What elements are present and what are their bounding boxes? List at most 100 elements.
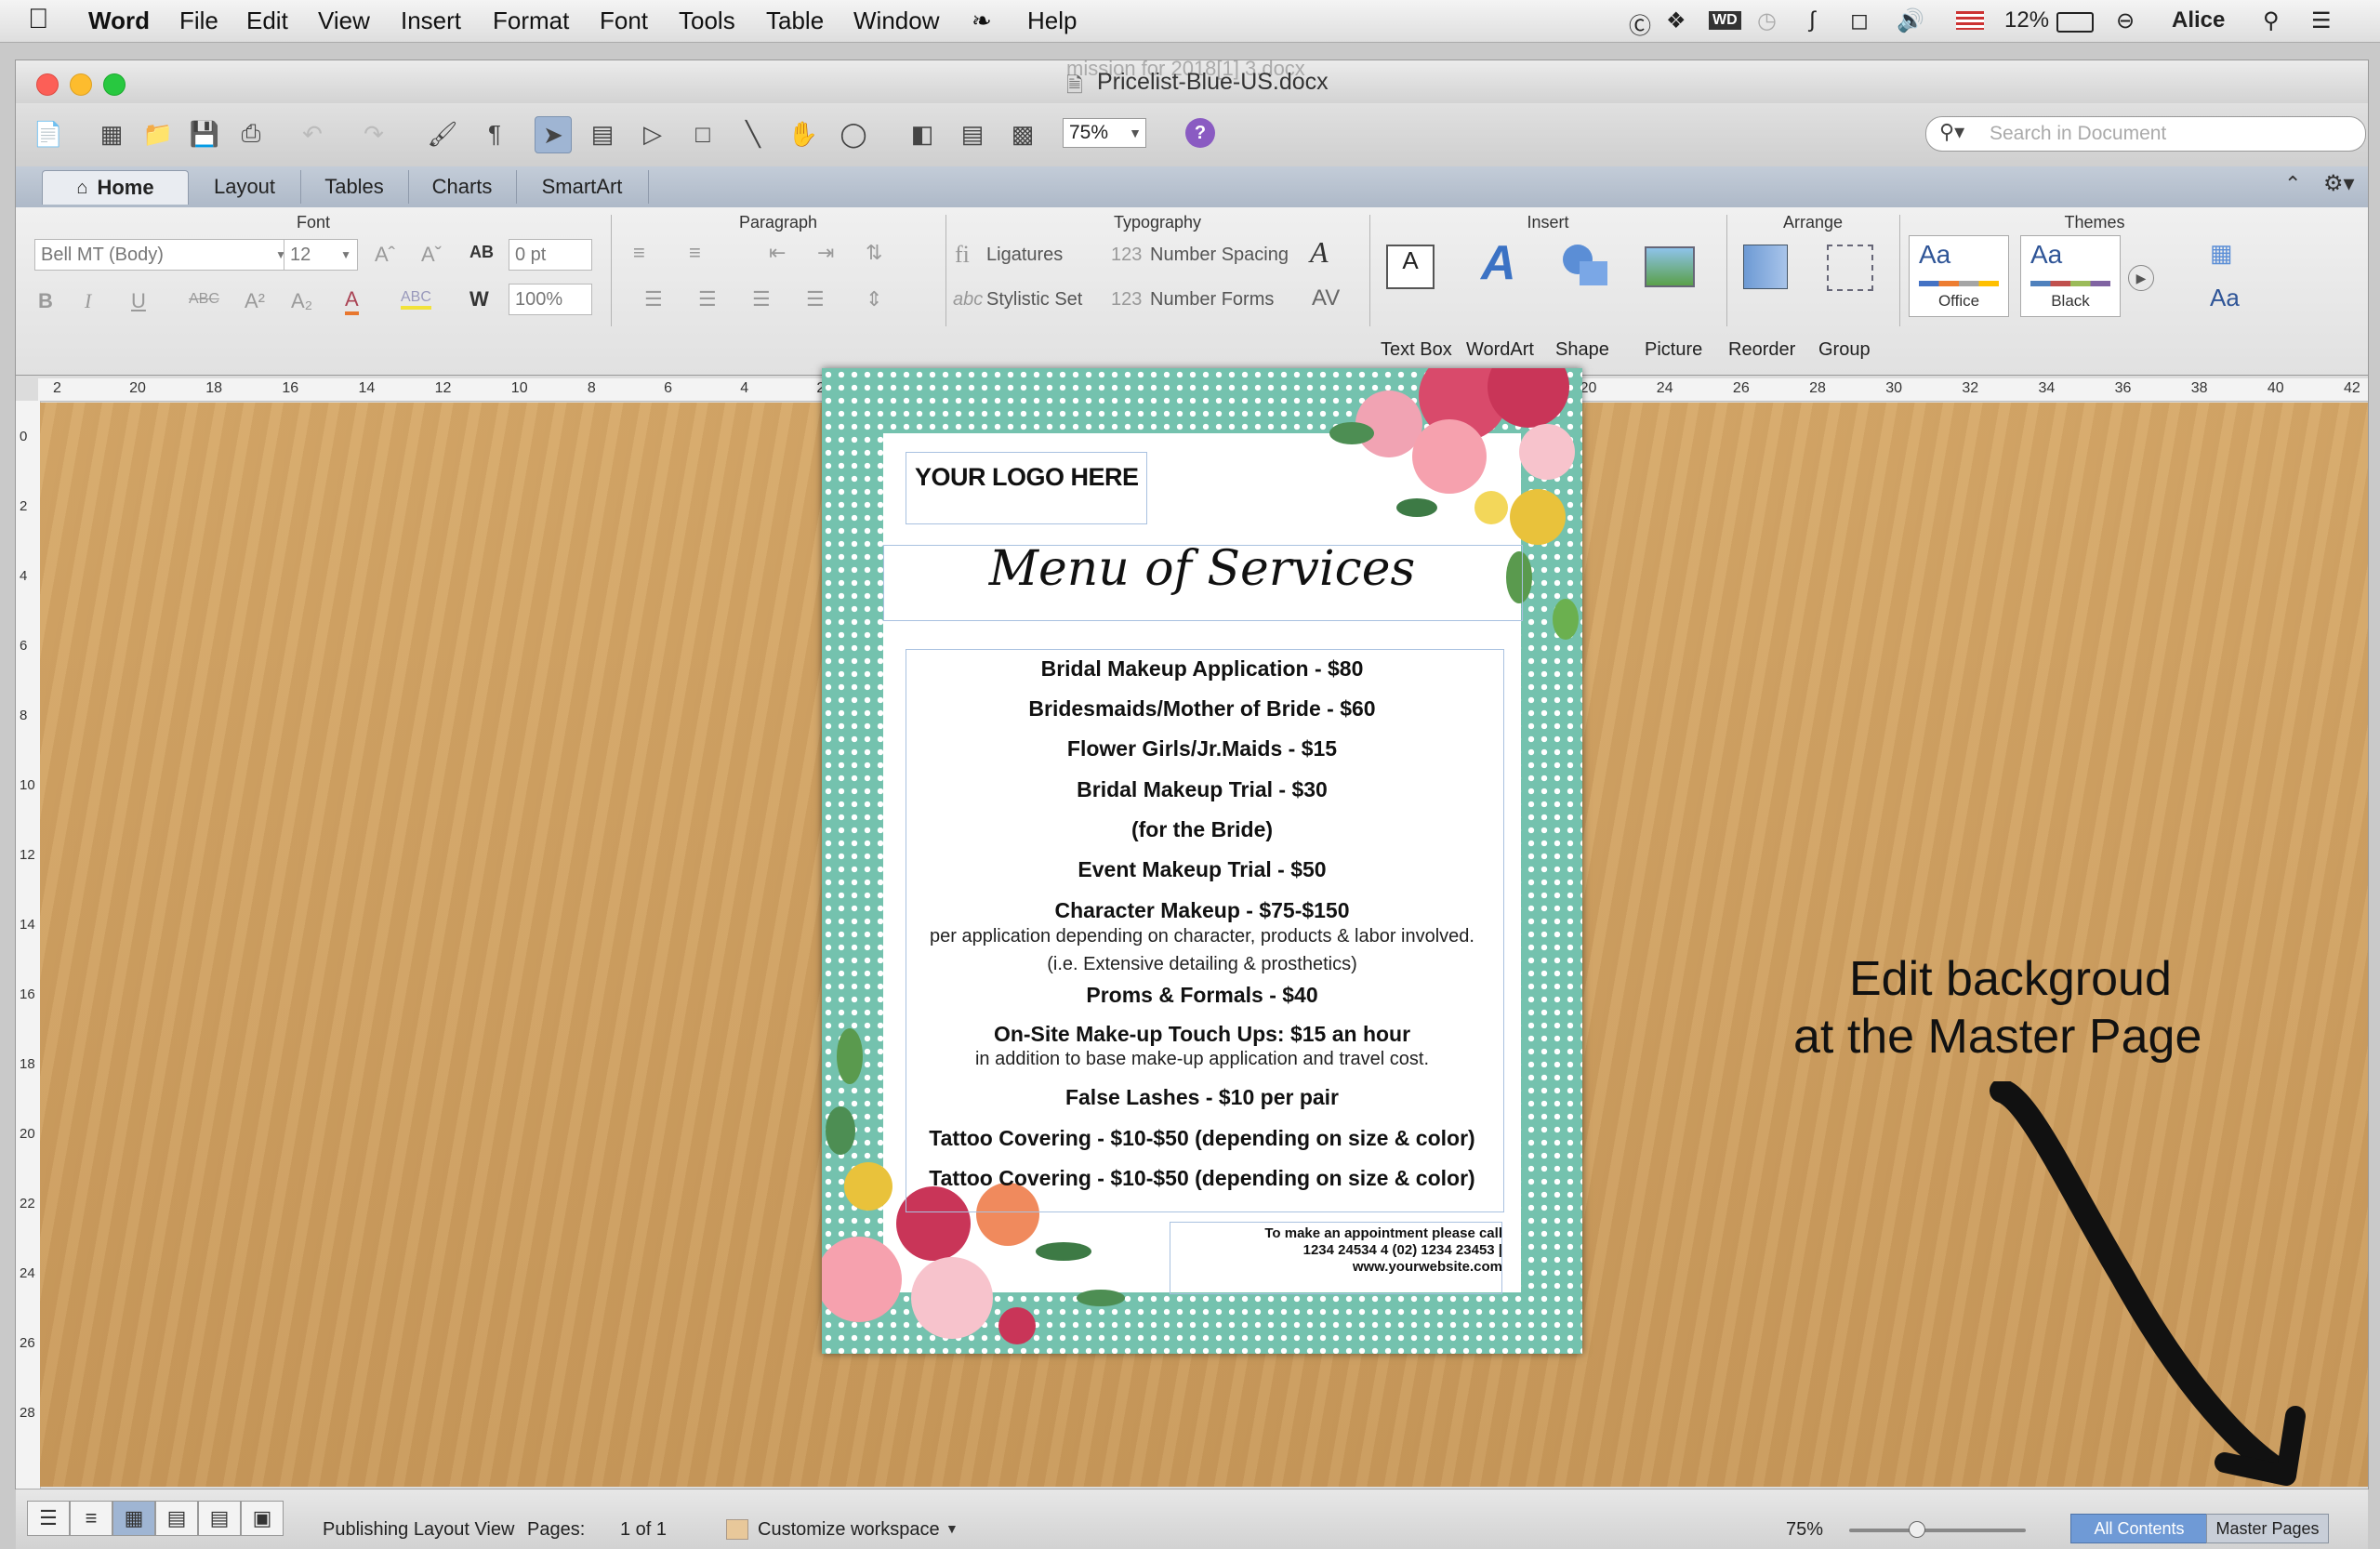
tab-home[interactable]: ⌂ Home	[42, 170, 189, 205]
menu-font[interactable]: Font	[600, 7, 648, 35]
menu-view[interactable]: View	[318, 7, 370, 35]
master-pages-tab[interactable]: Master Pages	[2206, 1514, 2329, 1543]
bullets-icon[interactable]: ≡	[633, 241, 645, 265]
menu-edit[interactable]: Edit	[246, 7, 288, 35]
draft-view-icon[interactable]: ☰	[27, 1501, 70, 1536]
rectangle-tool-icon[interactable]: □	[685, 116, 721, 152]
increase-indent-icon[interactable]: ⇥	[817, 241, 834, 265]
scale-field[interactable]: 100%	[509, 284, 592, 315]
bold-icon[interactable]: B	[38, 289, 53, 313]
tab-tables[interactable]: Tables	[300, 170, 409, 204]
battery-icon[interactable]	[2056, 12, 2094, 33]
font-name-select[interactable]: Bell MT (Body) ▼	[34, 239, 293, 271]
help-icon[interactable]: ?	[1185, 118, 1215, 148]
volume-icon[interactable]: 🔊	[1897, 7, 1924, 34]
superscript-icon[interactable]: A²	[245, 289, 265, 313]
save-icon[interactable]: 💾	[187, 116, 222, 152]
text-scale-icon[interactable]: W	[469, 287, 489, 311]
paragraph-spacing-icon[interactable]: ⇕	[866, 287, 882, 311]
menu-tools[interactable]: Tools	[679, 7, 735, 35]
text-box-icon[interactable]: A	[1386, 245, 1435, 289]
text-box-label[interactable]: Text Box	[1381, 339, 1452, 361]
ribbon-settings-icon[interactable]: ⚙▾	[2323, 170, 2355, 197]
line-tool-icon[interactable]: ╲	[735, 116, 771, 152]
gallery-icon[interactable]: ▦	[94, 116, 129, 152]
zoom-window-button[interactable]	[103, 73, 126, 96]
linked-text-box-icon[interactable]: ▷	[635, 116, 670, 152]
vertical-ruler[interactable]: 0 2 4 6 8 10 12 14 16 18 20 22 24 26 28	[16, 401, 41, 1489]
tab-charts[interactable]: Charts	[408, 170, 517, 204]
shape-label[interactable]: Shape	[1555, 339, 1609, 361]
new-document-icon[interactable]: 📄	[31, 116, 66, 152]
print-icon[interactable]: ⎙	[233, 116, 269, 152]
notification-center-icon[interactable]: ☰	[2311, 7, 2332, 34]
theme-fonts-icon[interactable]: Aa	[2210, 284, 2240, 312]
media-browser-icon[interactable]: ▩	[1005, 116, 1040, 152]
chevron-down-icon[interactable]: ▼	[945, 1521, 959, 1536]
line-spacing-icon[interactable]: ⇅	[866, 241, 882, 265]
print-layout-view-icon[interactable]: ▤	[155, 1501, 198, 1536]
all-contents-tab[interactable]: All Contents	[2070, 1514, 2208, 1543]
customize-workspace-button[interactable]: Customize workspace	[758, 1519, 940, 1541]
menu-window[interactable]: Window	[853, 7, 939, 35]
connect-tool-icon[interactable]: ◯	[836, 116, 871, 152]
zoom-slider[interactable]	[1849, 1529, 2026, 1532]
close-window-button[interactable]	[36, 73, 59, 96]
focus-view-icon[interactable]: ▣	[241, 1501, 284, 1536]
shrink-font-icon[interactable]: Aˇ	[421, 243, 442, 267]
text-box-tool-icon[interactable]: ▤	[585, 116, 620, 152]
user-name[interactable]: Alice	[2172, 7, 2225, 33]
skype-icon[interactable]: Ⓒ	[1629, 7, 1651, 40]
numbering-icon[interactable]: ≡	[689, 241, 701, 265]
zoom-select[interactable]: 75% ▼	[1063, 118, 1146, 148]
collapse-ribbon-icon[interactable]: ⌃	[2284, 172, 2301, 196]
align-center-icon[interactable]: ☰	[698, 287, 717, 311]
reorder-label[interactable]: Reorder	[1728, 339, 1795, 361]
wordart-label[interactable]: WordArt	[1466, 339, 1534, 361]
shape-icon[interactable]	[1563, 245, 1607, 285]
open-folder-icon[interactable]: 📁	[140, 116, 176, 152]
text-effects-icon[interactable]: A	[1310, 235, 1329, 270]
search-field[interactable]: ⚲▾ Search in Document	[1925, 116, 2366, 152]
highlight-icon[interactable]: ABC	[401, 289, 431, 310]
italic-icon[interactable]: I	[85, 289, 91, 313]
publishing-view-icon[interactable]: ▦	[112, 1501, 155, 1536]
font-color-icon[interactable]: A	[345, 287, 359, 315]
theme-office[interactable]: Aa Office	[1909, 235, 2009, 317]
document-page[interactable]: YOUR LOGO HERE Menu of Services Bridal M…	[822, 368, 1582, 1354]
do-not-disturb-icon[interactable]: ⊖	[2116, 7, 2135, 34]
menu-format[interactable]: Format	[493, 7, 569, 35]
notebook-view-icon[interactable]: ▤	[198, 1501, 241, 1536]
time-machine-icon[interactable]: ◷	[1757, 7, 1777, 34]
show-formatting-icon[interactable]: ¶	[477, 116, 512, 152]
decrease-indent-icon[interactable]: ⇤	[769, 241, 786, 265]
kerning-icon[interactable]: AV	[1312, 285, 1340, 311]
sidebar-toggle-icon[interactable]: ◧	[905, 116, 940, 152]
tab-layout[interactable]: Layout	[189, 170, 301, 204]
zoom-slider-thumb[interactable]	[1909, 1521, 1925, 1538]
toolbox-icon[interactable]: ▤	[955, 116, 990, 152]
grow-font-icon[interactable]: Aˆ	[375, 243, 395, 267]
number-spacing-button[interactable]: Number Spacing	[1150, 245, 1289, 266]
wd-icon[interactable]: WD	[1709, 11, 1741, 30]
number-forms-button[interactable]: Number Forms	[1150, 289, 1274, 311]
menu-table[interactable]: Table	[766, 7, 824, 35]
apple-menu-icon[interactable]: 	[28, 4, 49, 35]
font-size-select[interactable]: 12 ▼	[284, 239, 358, 271]
dropbox-icon[interactable]: ❖	[1666, 7, 1686, 34]
underline-icon[interactable]: U	[131, 289, 146, 313]
reorder-icon[interactable]	[1743, 245, 1788, 289]
align-left-icon[interactable]: ☰	[644, 287, 663, 311]
spacing-field[interactable]: 0 pt	[509, 239, 592, 271]
align-right-icon[interactable]: ☰	[752, 287, 771, 311]
script-menu-icon[interactable]: ❧	[972, 7, 992, 35]
wordart-icon[interactable]: A	[1481, 235, 1516, 291]
hand-tool-icon[interactable]: ✋	[786, 116, 821, 152]
wifi-icon[interactable]: ◻	[1850, 7, 1869, 34]
app-menu-word[interactable]: Word	[88, 7, 150, 35]
menu-help[interactable]: Help	[1027, 7, 1077, 35]
justify-icon[interactable]: ☰	[806, 287, 825, 311]
spotlight-icon[interactable]: ⚲	[2263, 7, 2280, 34]
bluetooth-icon[interactable]: ∫	[1809, 7, 1816, 33]
minimize-window-button[interactable]	[70, 73, 92, 96]
